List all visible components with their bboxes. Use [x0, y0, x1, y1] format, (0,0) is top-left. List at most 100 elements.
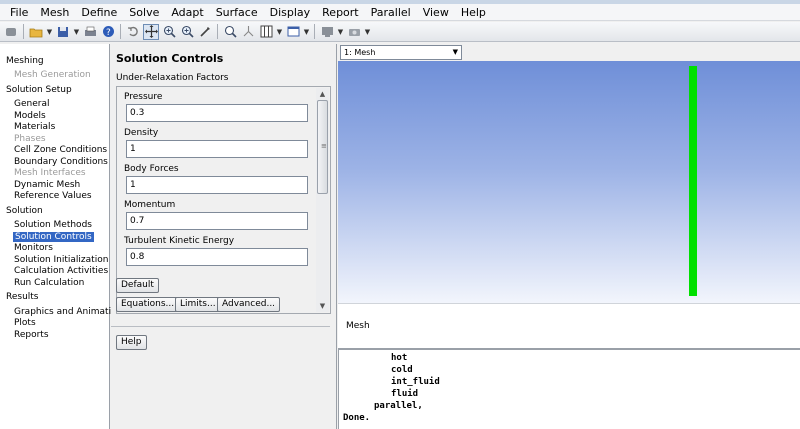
- graphics-toolbar: 1: Mesh ▼: [338, 44, 800, 61]
- grip-icon: ≡: [321, 142, 327, 150]
- menu-bar: File Mesh Define Solve Adapt Surface Dis…: [0, 4, 800, 21]
- rotate-icon[interactable]: [125, 24, 141, 40]
- window-icon[interactable]: [285, 24, 301, 40]
- nav-item-run-calculation[interactable]: Run Calculation: [14, 278, 84, 288]
- pressure-field[interactable]: 0.3: [126, 104, 308, 122]
- nav-item-calculation-activities[interactable]: Calculation Activities: [14, 266, 108, 276]
- pressure-label: Pressure: [124, 92, 163, 102]
- menu-parallel[interactable]: Parallel: [365, 4, 417, 21]
- nav-item-monitors[interactable]: Monitors: [14, 243, 53, 253]
- nav-item-plots[interactable]: Plots: [14, 318, 36, 328]
- nav-item-cell-zone-conditions[interactable]: Cell Zone Conditions: [14, 145, 107, 155]
- nav-item-reports[interactable]: Reports: [14, 330, 49, 340]
- mesh-geometry: [689, 66, 697, 296]
- nav-item-phases[interactable]: Phases: [14, 134, 46, 144]
- console-line: fluid: [391, 389, 419, 399]
- density-field[interactable]: 1: [126, 140, 308, 158]
- caption-text: Mesh: [346, 321, 370, 331]
- nav-item-general[interactable]: General: [14, 99, 49, 109]
- nav-item-dynamic-mesh[interactable]: Dynamic Mesh: [14, 180, 80, 190]
- zoom-box-icon[interactable]: [222, 24, 238, 40]
- nav-item-solution-methods[interactable]: Solution Methods: [14, 220, 92, 230]
- body-forces-field[interactable]: 1: [126, 176, 308, 194]
- under-relaxation-label: Under-Relaxation Factors: [116, 73, 229, 83]
- menu-view[interactable]: View: [417, 4, 455, 21]
- nav-item-solution-initialization[interactable]: Solution Initialization: [14, 255, 108, 265]
- graphics-window-select[interactable]: 1: Mesh ▼: [340, 45, 462, 60]
- toolbar-separator: [217, 24, 218, 39]
- display-icon[interactable]: [319, 24, 335, 40]
- layout-icon[interactable]: [258, 24, 274, 40]
- scrollbar-thumb[interactable]: ≡: [317, 100, 328, 194]
- nav-item-materials[interactable]: Materials: [14, 122, 55, 132]
- console-output[interactable]: hot cold int_fluid fluid parallel, Done.: [338, 350, 800, 429]
- svg-text:?: ?: [106, 28, 111, 38]
- scroll-up-icon[interactable]: ▲: [316, 88, 329, 100]
- vertical-scrollbar[interactable]: ▲ ≡ ▼: [316, 88, 329, 312]
- menu-mesh[interactable]: Mesh: [34, 4, 75, 21]
- solution-controls-panel: Solution Controls Under-Relaxation Facto…: [111, 44, 337, 429]
- nav-item-models[interactable]: Models: [14, 111, 46, 121]
- chevron-down-icon[interactable]: ▼: [46, 24, 53, 40]
- help-button[interactable]: Help: [116, 335, 147, 350]
- camera-icon[interactable]: [346, 24, 362, 40]
- toolbar-separator: [120, 24, 121, 39]
- probe-icon[interactable]: [197, 24, 213, 40]
- nav-section-solution-setup[interactable]: Solution Setup: [6, 85, 72, 95]
- graphics-caption: Mesh: [338, 303, 800, 348]
- menu-help[interactable]: Help: [455, 4, 492, 21]
- density-label: Density: [124, 128, 159, 138]
- zoom-in-icon[interactable]: [161, 24, 177, 40]
- console-line: cold: [391, 365, 413, 375]
- panel-divider: [111, 326, 330, 327]
- turbulent-kinetic-energy-field[interactable]: 0.8: [126, 248, 308, 266]
- save-icon[interactable]: [55, 24, 71, 40]
- print-icon[interactable]: [82, 24, 98, 40]
- help-icon[interactable]: ?: [100, 24, 116, 40]
- equations-button[interactable]: Equations...: [116, 297, 180, 312]
- menu-display[interactable]: Display: [264, 4, 317, 21]
- default-button[interactable]: Default: [116, 278, 159, 293]
- nav-item-mesh-generation[interactable]: Mesh Generation: [14, 70, 91, 80]
- console-line: hot: [391, 353, 408, 363]
- chevron-down-icon[interactable]: ▼: [364, 24, 371, 40]
- mesh-load-icon[interactable]: [3, 24, 19, 40]
- chevron-down-icon[interactable]: ▼: [276, 24, 283, 40]
- momentum-field[interactable]: 0.7: [126, 212, 308, 230]
- nav-item-solution-controls[interactable]: Solution Controls: [13, 232, 94, 242]
- turbulent-kinetic-energy-label: Turbulent Kinetic Energy: [124, 236, 235, 246]
- nav-item-reference-values[interactable]: Reference Values: [14, 191, 92, 201]
- open-folder-icon[interactable]: [28, 24, 44, 40]
- pan-icon[interactable]: [143, 23, 159, 40]
- chevron-down-icon[interactable]: ▼: [337, 24, 344, 40]
- nav-item-mesh-interfaces[interactable]: Mesh Interfaces: [14, 168, 86, 178]
- graphics-viewport[interactable]: [338, 61, 800, 303]
- menu-surface[interactable]: Surface: [210, 4, 264, 21]
- console-line: parallel,: [374, 401, 423, 411]
- chevron-down-icon[interactable]: ▼: [303, 24, 310, 40]
- menu-adapt[interactable]: Adapt: [165, 4, 209, 21]
- menu-report[interactable]: Report: [316, 4, 364, 21]
- orient-icon[interactable]: [240, 24, 256, 40]
- graphics-window-value: 1: Mesh: [344, 48, 376, 57]
- zoom-fit-icon[interactable]: [179, 24, 195, 40]
- body-forces-label: Body Forces: [124, 164, 179, 174]
- toolbar-separator: [314, 24, 315, 39]
- menu-file[interactable]: File: [4, 4, 34, 21]
- advanced-button[interactable]: Advanced...: [217, 297, 281, 312]
- console-line: int_fluid: [391, 377, 440, 387]
- limits-button[interactable]: Limits...: [175, 297, 221, 312]
- nav-section-meshing[interactable]: Meshing: [6, 56, 44, 66]
- momentum-label: Momentum: [124, 200, 176, 210]
- menu-define[interactable]: Define: [75, 4, 123, 21]
- nav-section-solution[interactable]: Solution: [6, 206, 43, 216]
- nav-section-results[interactable]: Results: [6, 292, 39, 302]
- toolbar: ▼ ▼ ? ▼ ▼ ▼ ▼: [0, 22, 800, 42]
- navigation-pane: Meshing Mesh Generation Solution Setup G…: [0, 44, 127, 429]
- toolbar-separator: [23, 24, 24, 39]
- nav-item-boundary-conditions[interactable]: Boundary Conditions: [14, 157, 108, 167]
- panel-title: Solution Controls: [116, 52, 224, 65]
- scroll-down-icon[interactable]: ▼: [316, 300, 329, 312]
- menu-solve[interactable]: Solve: [123, 4, 165, 21]
- chevron-down-icon[interactable]: ▼: [73, 24, 80, 40]
